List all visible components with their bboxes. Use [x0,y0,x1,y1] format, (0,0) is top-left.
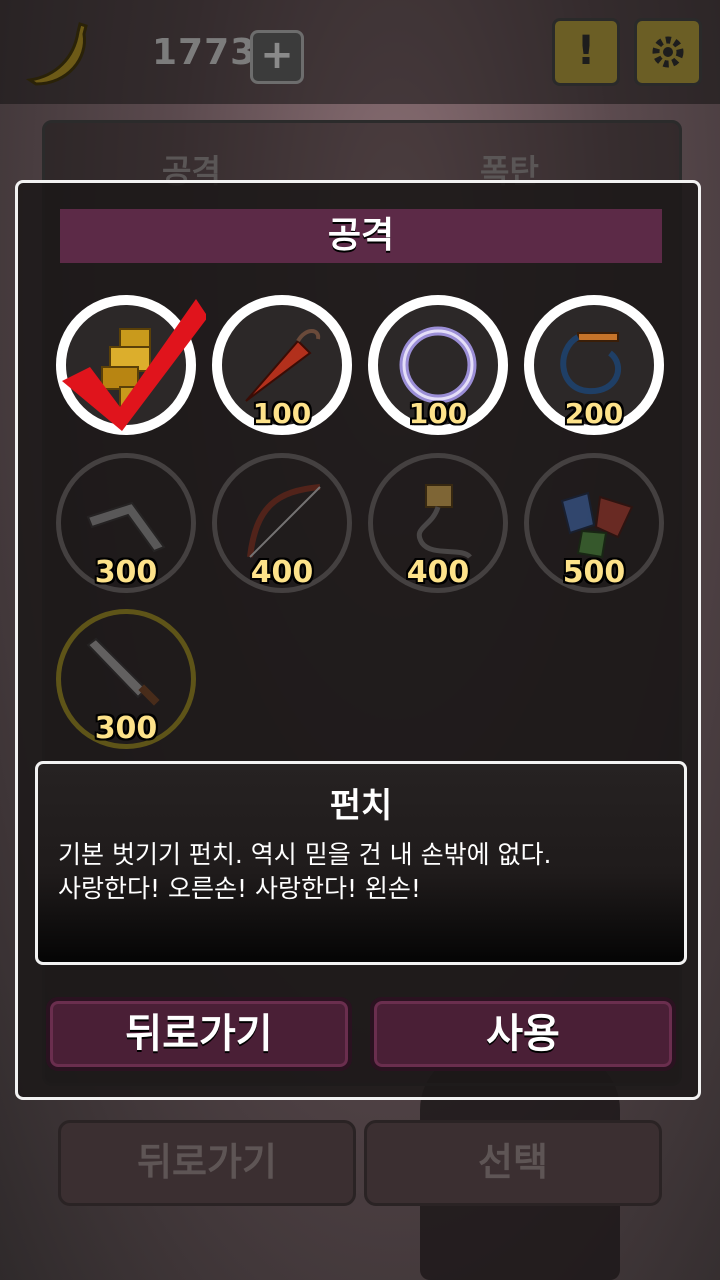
item-price: 300 [94,555,158,590]
item-whip[interactable]: 200 [524,295,664,435]
top-bar: 1773 + ! [0,0,720,104]
item-bow[interactable]: 400 [212,453,352,593]
item-umbrella[interactable]: 100 [212,295,352,435]
background-back-button: 뒤로가기 [58,1120,356,1206]
item-price: 400 [406,555,470,590]
back-button[interactable]: 뒤로가기 [46,997,352,1071]
gear-icon [652,36,684,68]
item-ring[interactable]: 100 [368,295,508,435]
item-price: 200 [564,397,624,430]
settings-button[interactable] [634,18,702,86]
item-sword[interactable]: 300 [56,609,196,749]
selected-check-icon [62,299,206,431]
add-coins-button[interactable]: + [250,30,304,84]
item-boomerang[interactable]: 300 [56,453,196,593]
item-price: 400 [250,555,314,590]
banana-icon [25,22,88,86]
coin-count: 1773 [152,32,257,73]
background-select-button: 선택 [364,1120,662,1206]
modal-title: 공격 [327,215,395,256]
item-price: 100 [408,397,468,430]
item-description-title: 펀치 [329,786,393,826]
item-price: 300 [94,711,158,746]
notice-button[interactable]: ! [552,18,620,86]
use-button[interactable]: 사용 [370,997,676,1071]
item-price: 500 [562,555,626,590]
item-punch[interactable] [56,295,206,435]
item-description-text: 기본 벗기기 펀치. 역시 믿을 건 내 손밖에 없다. 사랑한다! 오른손! … [58,840,552,903]
item-price: 100 [252,397,312,430]
modal-title-bar: 공격 [60,209,662,263]
item-rope-fist[interactable]: 400 [368,453,508,593]
item-description-box: 펀치 기본 벗기기 펀치. 역시 믿을 건 내 손밖에 없다. 사랑한다! 오른… [35,761,687,965]
item-select-modal: 공격 100 100 200 300 400 400 500 300 펀치 기본… [15,180,701,1100]
item-feather-glove[interactable]: 500 [524,453,664,593]
